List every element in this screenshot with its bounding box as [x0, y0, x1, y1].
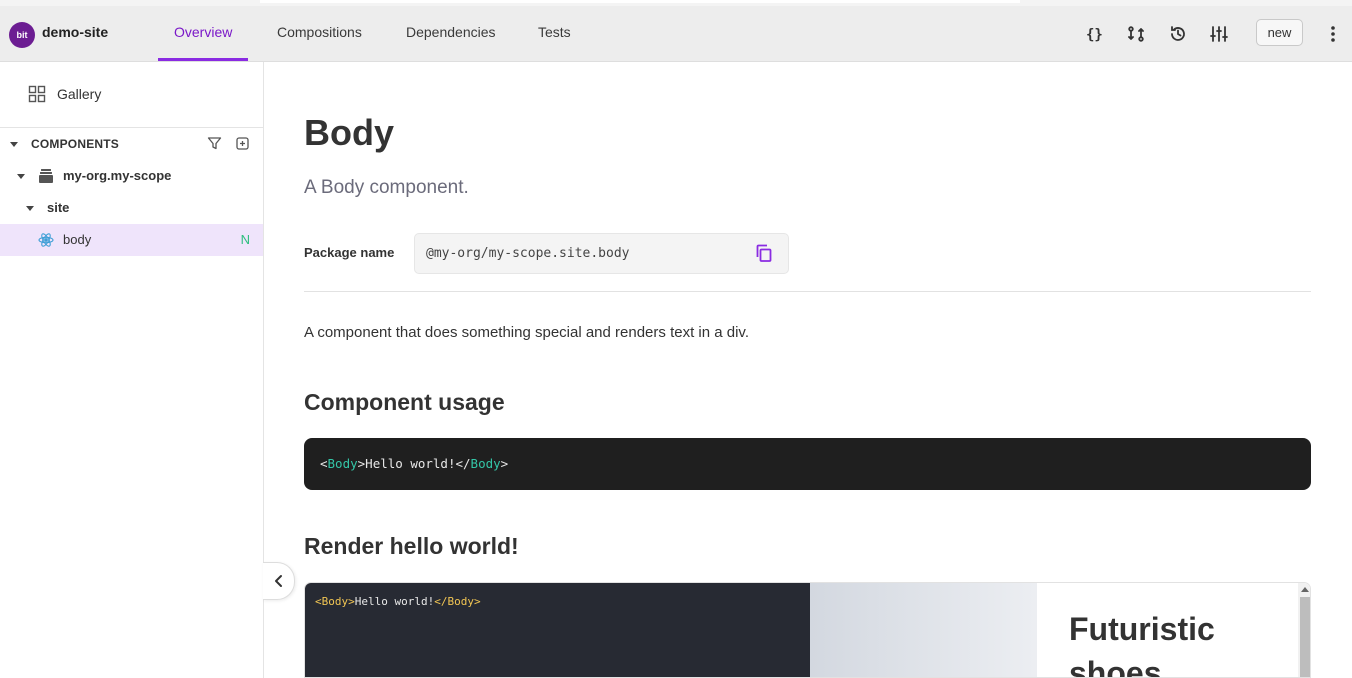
live-playground: <Body>Hello world!</Body> Futuristic sho…: [304, 582, 1311, 678]
grid-icon: [28, 85, 46, 103]
package-name-label: Package name: [304, 245, 395, 260]
usage-heading: Component usage: [304, 389, 505, 415]
copy-icon[interactable]: [754, 243, 774, 268]
usage-code: <Body>Hello world!</Body>: [320, 456, 509, 471]
tree-item-namespace[interactable]: site: [0, 192, 263, 224]
tab-overview[interactable]: Overview: [157, 6, 249, 61]
tree-item-component[interactable]: body N: [0, 224, 263, 256]
react-icon: [38, 232, 54, 251]
expand-triangle-icon[interactable]: [26, 206, 34, 211]
page-subtitle: A Body component.: [304, 177, 469, 198]
usage-code-block[interactable]: <Body>Hello world!</Body>: [304, 438, 1311, 490]
new-component-icon[interactable]: [235, 136, 250, 156]
tree-component-label: body: [63, 232, 92, 247]
new-status-badge: N: [240, 232, 250, 247]
components-label: COMPONENTS: [31, 137, 120, 151]
history-icon[interactable]: [1167, 23, 1189, 45]
gallery-link[interactable]: Gallery: [28, 85, 101, 103]
package-name-value[interactable]: @my-org/my-scope.site.body: [426, 246, 630, 261]
scope-name[interactable]: demo-site: [42, 24, 108, 40]
tab-tests[interactable]: Tests: [538, 6, 571, 61]
live-code-editor[interactable]: <Body>Hello world!</Body>: [305, 583, 810, 677]
components-header: COMPONENTS: [0, 127, 263, 160]
expand-triangle-icon[interactable]: [17, 174, 25, 179]
preview-title: Futuristic shoes: [1069, 611, 1215, 678]
preview-image: [810, 583, 1037, 677]
top-bar: bit demo-site Overview Compositions Depe…: [0, 6, 1352, 62]
collapse-triangle-icon[interactable]: [10, 142, 18, 147]
tab-dependencies[interactable]: Dependencies: [406, 6, 496, 61]
scroll-up-icon[interactable]: [1301, 587, 1309, 592]
sidebar: Gallery COMPONENTS my-org.my-scope site …: [0, 62, 264, 678]
preview-scrollbar[interactable]: [1298, 583, 1310, 677]
render-heading: Render hello world!: [304, 533, 519, 559]
more-vertical-icon[interactable]: [1322, 23, 1344, 45]
main-content: Body A Body component. Package name @my-…: [264, 62, 1352, 678]
live-preview: Futuristic shoes: [810, 583, 1310, 678]
scope-stack-icon: [38, 168, 54, 187]
scope-logo[interactable]: bit: [9, 22, 35, 48]
tab-compositions[interactable]: Compositions: [277, 6, 362, 61]
new-button[interactable]: new: [1256, 19, 1303, 46]
page-title: Body: [304, 112, 394, 153]
svg-text:{}: {}: [1086, 27, 1103, 43]
compare-icon[interactable]: [1125, 23, 1147, 45]
settings-sliders-icon[interactable]: [1208, 23, 1230, 45]
component-description: A component that does something special …: [304, 324, 749, 341]
gallery-label: Gallery: [57, 86, 102, 102]
tree-item-scope[interactable]: my-org.my-scope: [0, 160, 263, 192]
code-braces-icon[interactable]: {}: [1083, 23, 1105, 45]
live-code: <Body>Hello world!</Body>: [315, 595, 481, 608]
package-name-box: @my-org/my-scope.site.body: [414, 233, 789, 274]
tree-scope-label: my-org.my-scope: [63, 168, 172, 183]
filter-icon[interactable]: [207, 136, 222, 156]
tree-namespace-label: site: [47, 200, 70, 215]
section-divider: [304, 291, 1311, 292]
